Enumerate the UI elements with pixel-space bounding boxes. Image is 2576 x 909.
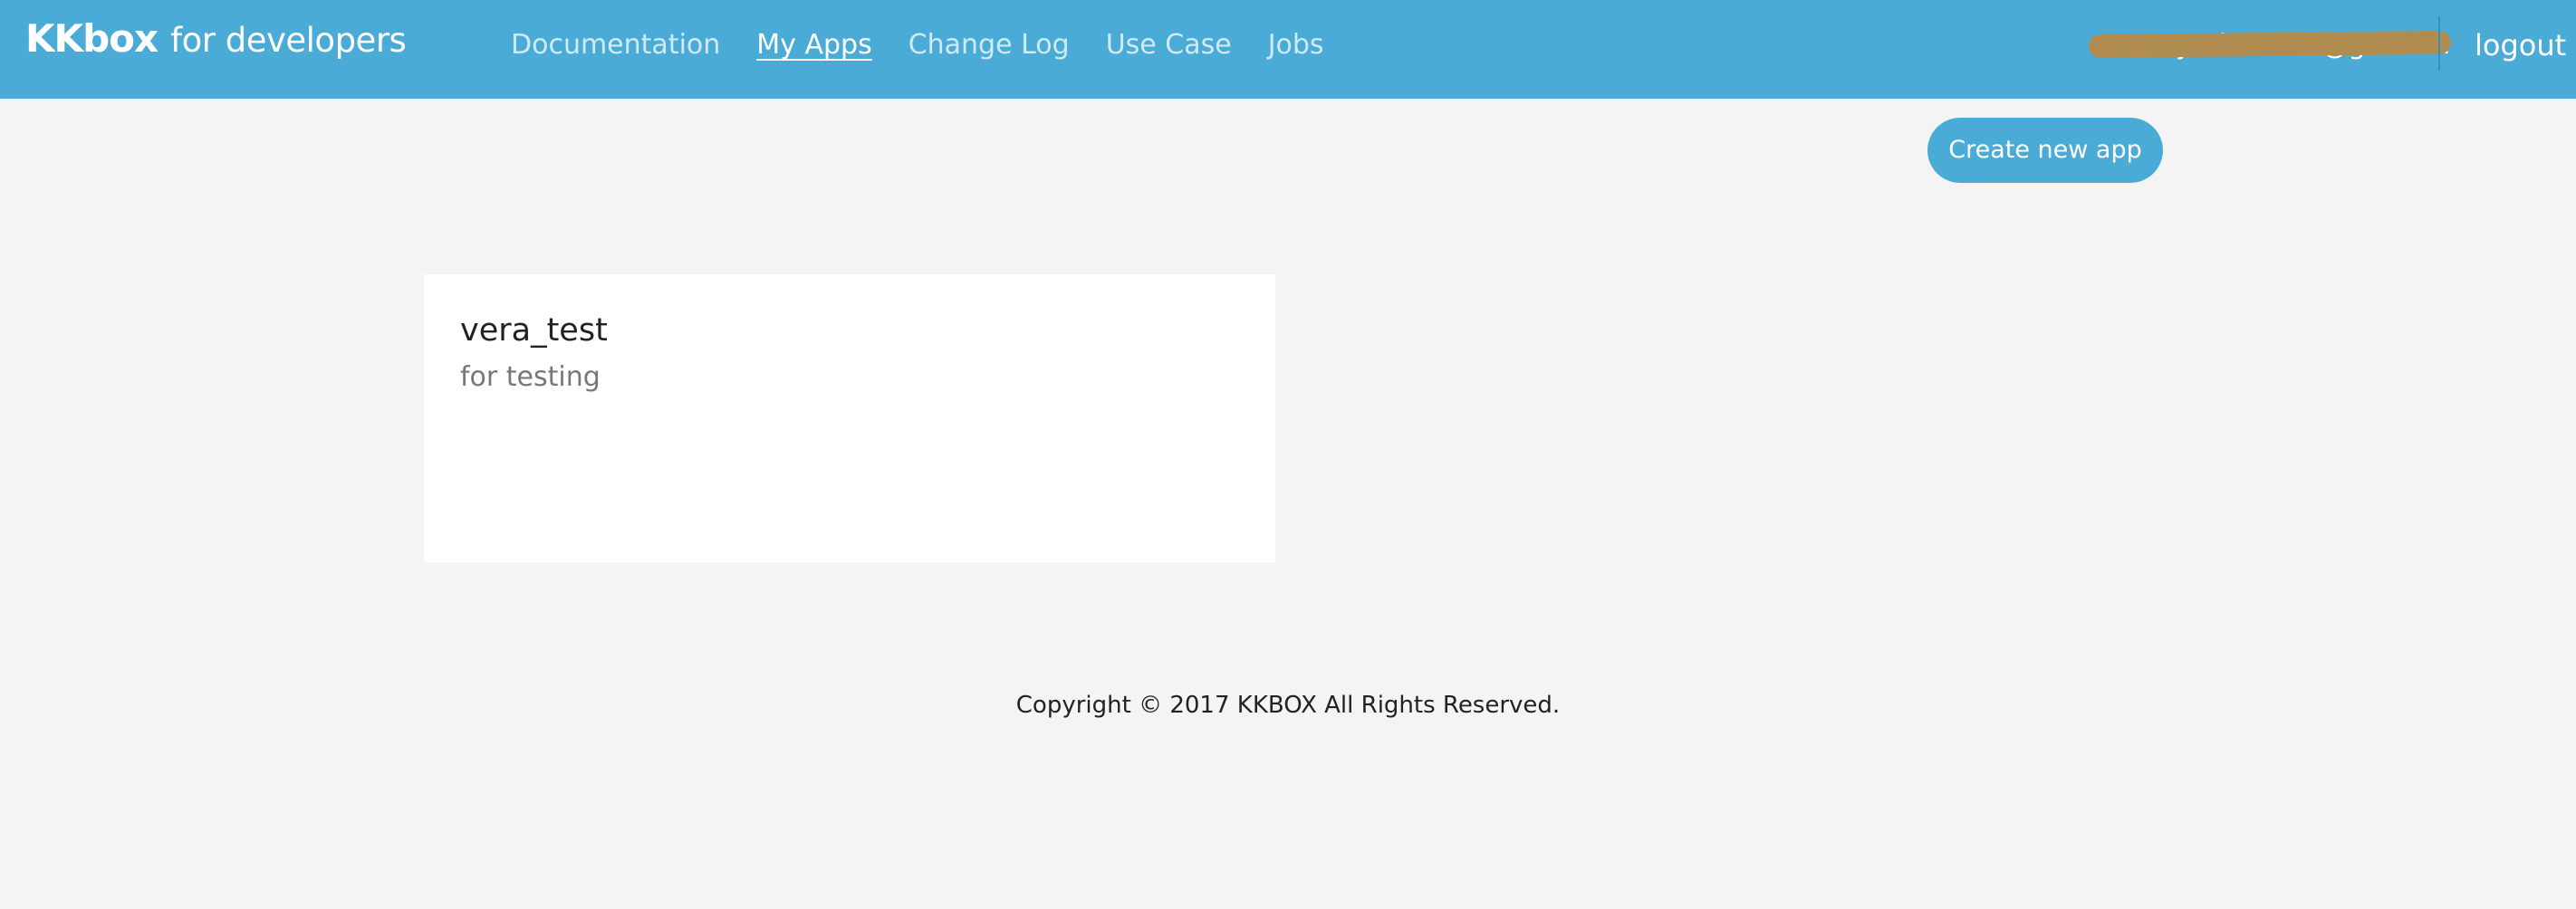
top-navigation-bar: KKbox for developers Documentation My Ap… xyxy=(0,0,2576,99)
brand-subtitle: for developers xyxy=(170,21,407,60)
app-description: for testing xyxy=(460,361,601,393)
nav-use-case[interactable]: Use Case xyxy=(1106,25,1232,65)
nav-jobs[interactable]: Jobs xyxy=(1268,25,1324,65)
logout-link[interactable]: logout xyxy=(2475,25,2566,65)
nav-my-apps[interactable]: My Apps xyxy=(756,25,871,65)
brand-logo-text: KKbox xyxy=(25,16,159,61)
redaction-mark xyxy=(2089,30,2451,59)
nav-change-log[interactable]: Change Log xyxy=(908,25,1070,65)
user-email: …y…k40439@gmail… xyxy=(2089,25,2451,65)
main-nav: Documentation My Apps Change Log Use Cas… xyxy=(511,25,1324,65)
kkbox-developers-logo[interactable]: KKbox for developers xyxy=(25,16,407,67)
nav-documentation[interactable]: Documentation xyxy=(511,25,720,65)
app-card[interactable]: vera_test for testing xyxy=(424,274,1275,562)
app-name: vera_test xyxy=(460,312,608,349)
nav-divider xyxy=(2438,16,2440,71)
create-new-app-button[interactable]: Create new app xyxy=(1927,118,2163,183)
footer-copyright: Copyright © 2017 KKBOX All Rights Reserv… xyxy=(1015,692,1561,719)
